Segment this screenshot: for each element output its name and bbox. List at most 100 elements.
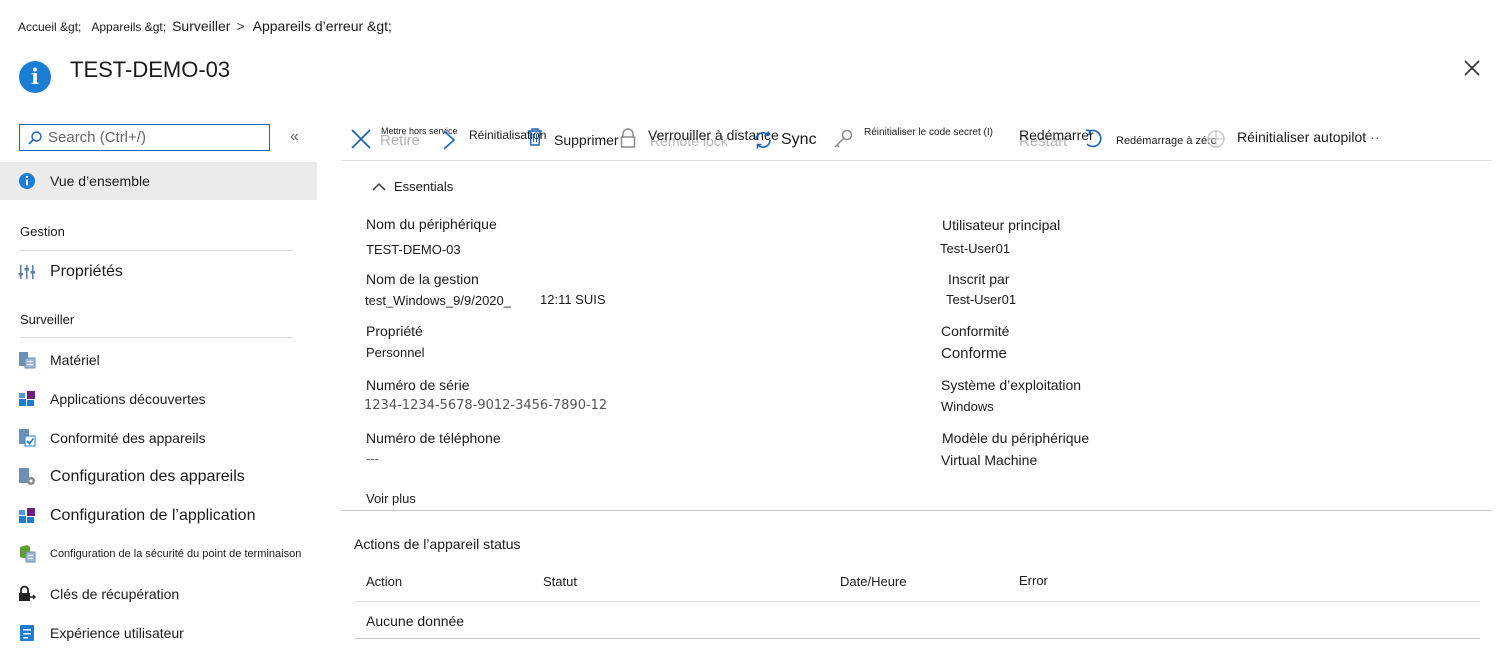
page-title: TEST-DEMO-03 [70,57,231,82]
more-button[interactable]: ·· [1370,129,1379,145]
enrolled-by-value: Test-User01 [946,292,1017,307]
chevron-right-icon [443,130,456,150]
management-name-label: Nom de la gestion [366,271,479,287]
table-header-divider [354,601,1480,602]
table-bottom-divider [354,638,1480,639]
trash-icon [528,128,542,146]
key-icon [834,129,853,148]
endpoint-security-icon [18,545,36,563]
chevron-up-icon [372,182,386,190]
device-compliance-icon [18,429,36,447]
column-header-action[interactable]: Action [366,574,402,589]
section-divider [341,510,1492,511]
sidebar-item-recovery-keys[interactable]: Clés de récupération [18,581,179,607]
enrolled-by-label: Inscrit par [948,271,1010,287]
sidebar-item-label: Configuration de l’application [50,507,256,524]
actions-status-title: Actions de l’appareil status [354,536,521,552]
sidebar-item-label: Conformité des appareils [50,430,206,446]
collapse-sidebar-button[interactable]: « [290,128,299,146]
compliance-label: Conformité [941,323,1010,339]
sidebar-item-label: Applications découvertes [50,391,206,407]
sidebar-item-device-configuration[interactable]: Configuration des appareils [18,464,245,490]
primary-user-label: Utilisateur principal [942,217,1061,233]
os-label: Système d’exploitation [941,377,1082,393]
hardware-icon [18,351,36,369]
divider [20,337,293,338]
restart-label: Redémarrer [1019,127,1094,143]
phone-number-label: Numéro de téléphone [366,430,501,446]
management-name-value: test_Windows_9/9/2020_ [365,293,511,308]
sidebar-item-endpoint-security[interactable]: Configuration de la sécurité du point de… [18,541,301,567]
app-configuration-icon [18,507,36,525]
sidebar-item-user-experience[interactable]: Expérience utilisateur [18,620,184,646]
user-experience-icon [18,624,36,642]
fresh-start-label: Redémarrage à zéro [1116,135,1217,147]
device-model-label: Modèle du périphérique [942,430,1090,446]
sidebar-item-discovered-apps[interactable]: Applications découvertes [18,386,206,412]
breadcrumb-error-devices[interactable]: Appareils d’erreur &gt; [253,18,392,34]
toolbar-divider [341,160,1492,161]
sidebar-item-app-configuration[interactable]: Configuration de l’application [18,503,255,529]
retire-button[interactable]: Retire Mettre hors service [350,120,458,154]
group-heading-monitor: Surveiller [20,312,75,327]
primary-user-value: Test-User01 [940,241,1011,256]
breadcrumb-devices[interactable]: Appareils &gt; [91,20,166,34]
serial-number-value: 1234-1234-5678-9012-3456-7890-12 [364,398,608,413]
device-configuration-icon [18,468,36,486]
autopilot-reset-label: Réinitialiser autopilot [1237,128,1367,145]
delete-label: Supprimer [554,132,619,148]
sidebar-item-label: Expérience utilisateur [50,625,184,641]
management-time-value: 12:11 SUIS [540,292,606,307]
column-header-error[interactable]: Error [1019,573,1048,588]
sidebar-item-hardware[interactable]: Matériel [18,347,100,373]
sidebar-item-label: Propriétés [50,263,123,280]
sidebar-item-label: Vue d’ensemble [50,173,150,189]
sidebar-item-overview[interactable]: Vue d’ensemble [18,168,150,194]
os-value: Windows [941,399,994,414]
breadcrumb-monitor[interactable]: Surveiller [172,18,230,34]
compliance-value: Conforme [941,345,1007,362]
fresh-start-button[interactable]: Redémarrage à zéro [1116,120,1217,154]
essentials-title: Essentials [394,179,454,194]
essentials-toggle[interactable]: Essentials [372,179,453,194]
sync-icon [755,131,771,149]
apps-icon [18,390,36,408]
sync-label: Sync [781,131,817,148]
info-icon: i [19,61,51,93]
search-box[interactable] [19,124,270,151]
search-icon [28,131,42,145]
sidebar-item-label: Clés de récupération [50,586,180,602]
sidebar-item-label: Matériel [50,352,100,368]
column-header-status[interactable]: Statut [543,574,577,589]
reset-passcode-button[interactable]: Réinitialiser le code secret (I) [833,120,993,154]
ownership-value: Personnel [366,345,425,360]
info-icon [18,172,36,190]
lock-icon [620,128,636,148]
see-more-link[interactable]: Voir plus [366,491,416,506]
sidebar-item-label: Configuration de la sécurité du point de… [50,548,302,560]
phone-number-value: --- [366,451,379,466]
autopilot-reset-button[interactable]: Réinitialiser autopilot ·· [1206,120,1380,154]
sidebar-item-device-compliance[interactable]: Conformité des appareils [18,425,206,451]
search-input[interactable] [48,128,263,147]
breadcrumb-home[interactable]: Accueil &gt; [18,20,81,34]
column-header-datetime[interactable]: Date/Heure [840,574,906,589]
device-model-value: Virtual Machine [941,452,1038,468]
empty-state-text: Aucune donnée [366,613,465,629]
sidebar-item-properties[interactable]: Propriétés [18,259,123,285]
remote-lock-button[interactable]: Remote lock Verrouiller à distance [620,120,779,154]
restart-button[interactable]: Restart Redémarrer [1018,120,1102,154]
divider [20,250,293,251]
close-icon[interactable] [1460,56,1484,80]
sidebar-item-label: Configuration des appareils [50,468,245,485]
serial-number-label: Numéro de série [366,377,470,393]
restart-icon [1085,129,1102,148]
lock-key-icon [18,585,36,603]
breadcrumb: Accueil &gt; Appareils &gt; Surveiller >… [18,18,392,34]
reset-passcode-label: Réinitialiser le code secret (I) [864,127,993,138]
properties-icon [18,263,36,281]
close-icon [351,128,371,149]
delete-button[interactable]: Supprimer [527,120,619,154]
autopilot-icon [1207,130,1225,148]
sync-button[interactable]: Sync [752,120,817,154]
